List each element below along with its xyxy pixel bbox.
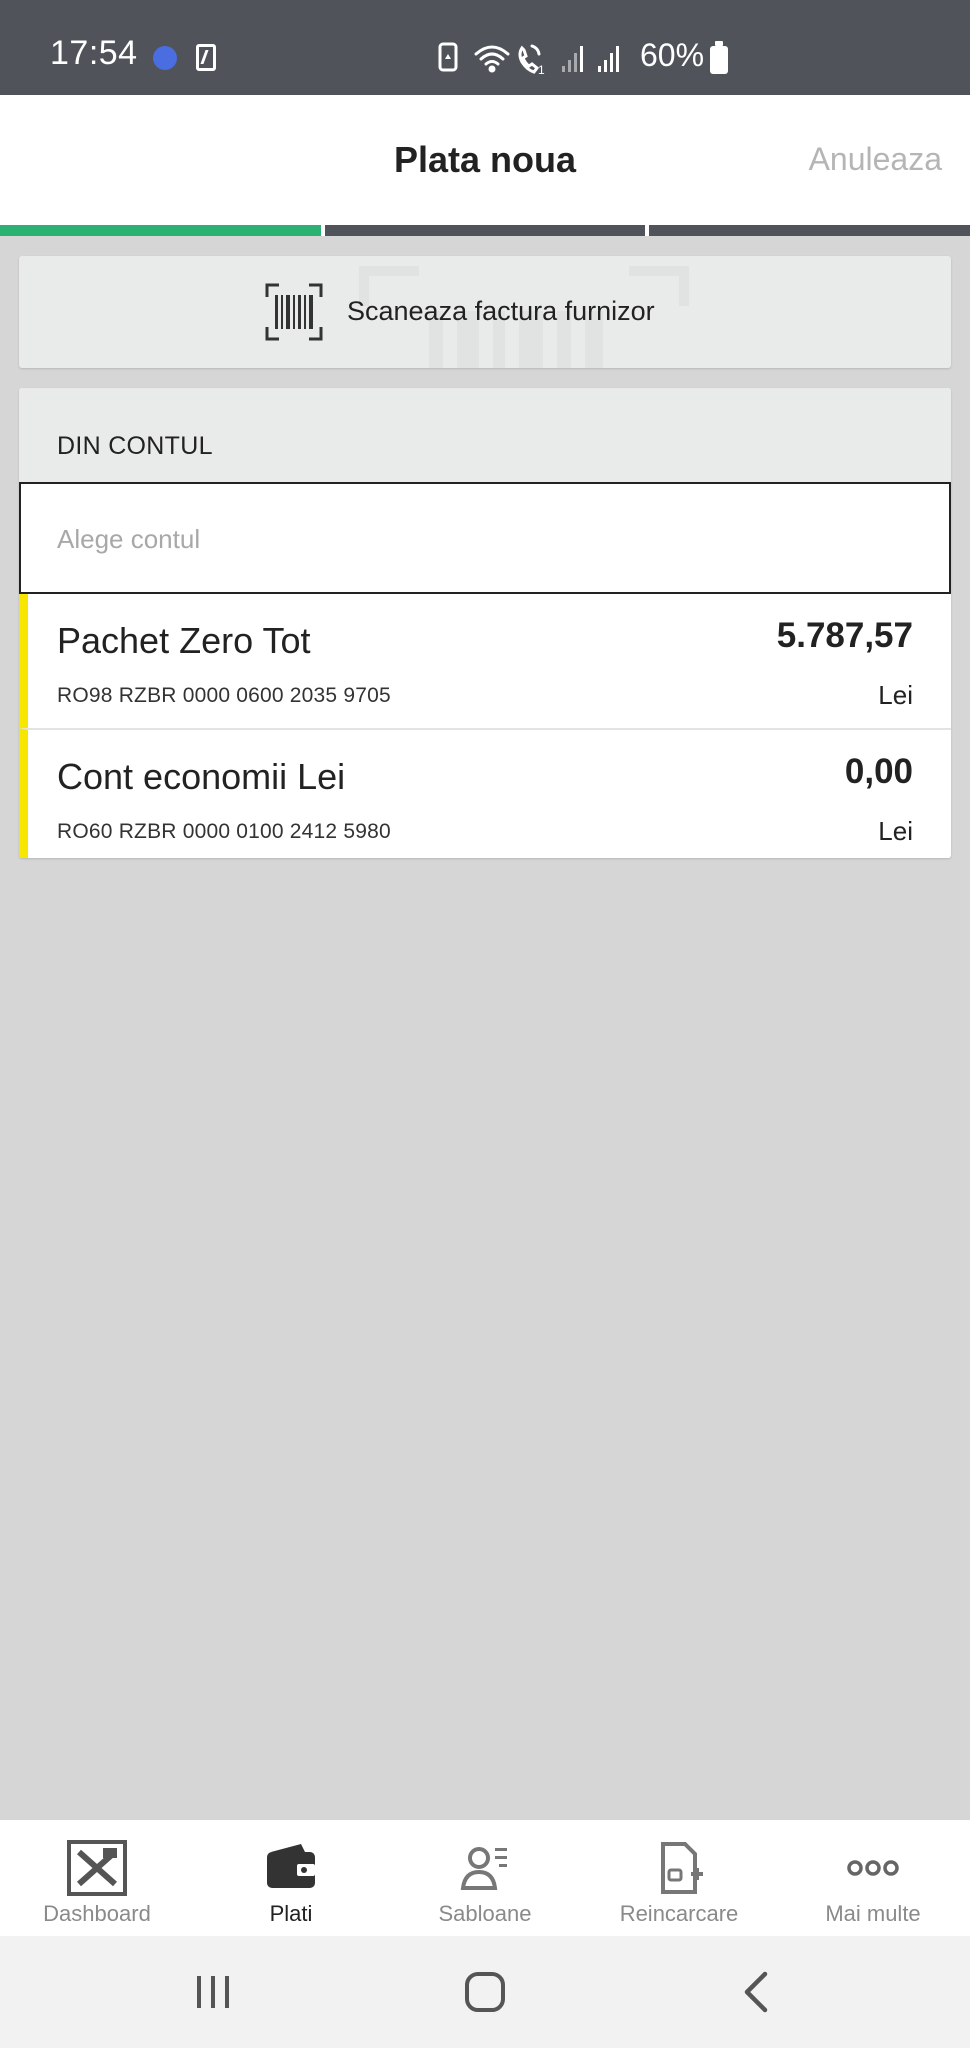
account-balance: 0,00 [844,752,913,791]
home-icon[interactable] [455,1964,515,2020]
status-time: 17:54 [50,34,138,72]
progress-step-3 [649,225,970,236]
barcode-scan-icon [265,283,323,341]
nav-mai-multe[interactable]: Mai multe [776,1820,970,1936]
battery-percent: 60% [640,37,705,73]
nav-label: Mai multe [825,1901,921,1926]
wallet-icon [267,1844,315,1888]
bottom-navigation: Dashboard Plati Sabloane Reincarcare Mai… [0,1820,970,1936]
progress-step-2 [324,225,646,236]
nav-label: Plati [269,1901,313,1926]
account-select[interactable]: Alege contul [19,482,951,594]
status-icons: 1 [438,42,619,76]
signal-icon [598,46,619,72]
system-navigation-bar [0,1936,970,2048]
account-option[interactable]: Cont economii Lei RO60 RZBR 0000 0100 24… [19,728,951,858]
progress-step-1 [0,225,321,236]
nav-label: Sabloane [438,1901,532,1926]
account-option[interactable]: Pachet Zero Tot RO98 RZBR 0000 0600 2035… [19,594,951,728]
from-account-section: DIN CONTUL Alege contul Pachet Zero Tot … [19,388,951,858]
account-iban: RO98 RZBR 0000 0600 2035 9705 [57,684,391,707]
recent-apps-icon[interactable] [183,1964,243,2020]
nav-dashboard[interactable]: Dashboard [0,1820,194,1936]
account-select-placeholder: Alege contul [57,524,201,554]
scan-invoice-button[interactable]: Scaneaza factura furnizor [19,256,951,368]
account-iban: RO60 RZBR 0000 0100 2412 5980 [57,820,391,843]
battery-icon [710,41,728,74]
nav-sabloane[interactable]: Sabloane [388,1820,582,1936]
status-bar: 17:54 1 60% [0,0,970,95]
cancel-button[interactable]: Anuleaza [809,141,942,178]
section-header: DIN CONTUL [19,388,951,482]
account-currency: Lei [878,680,913,710]
battery-saver-icon [438,42,458,72]
nav-label: Dashboard [43,1901,151,1926]
signal-weak-icon [562,46,583,72]
back-icon[interactable] [727,1964,787,2020]
account-name: Pachet Zero Tot [57,620,311,661]
scan-invoice-label: Scaneaza factura furnizor [347,296,655,326]
nav-plati[interactable]: Plati [194,1820,388,1936]
templates-user-icon [460,1847,507,1890]
screenshot-notification-icon [196,44,216,71]
dashboard-icon [67,1840,127,1896]
section-label: DIN CONTUL [57,432,213,460]
account-name: Cont economii Lei [57,756,346,797]
account-currency: Lei [878,816,913,846]
wifi-icon [474,45,510,73]
app-header: Plata noua Anuleaza [0,95,970,225]
svg-text:1: 1 [538,63,545,76]
nav-reincarcare[interactable]: Reincarcare [582,1820,776,1936]
nav-label: Reincarcare [619,1901,739,1926]
top-up-document-icon [661,1842,703,1894]
wifi-call-icon: 1 [518,44,545,76]
account-balance: 5.787,57 [776,616,913,655]
notification-dot-icon [153,46,177,70]
more-dots-icon [847,1860,899,1876]
step-progress [0,225,970,236]
